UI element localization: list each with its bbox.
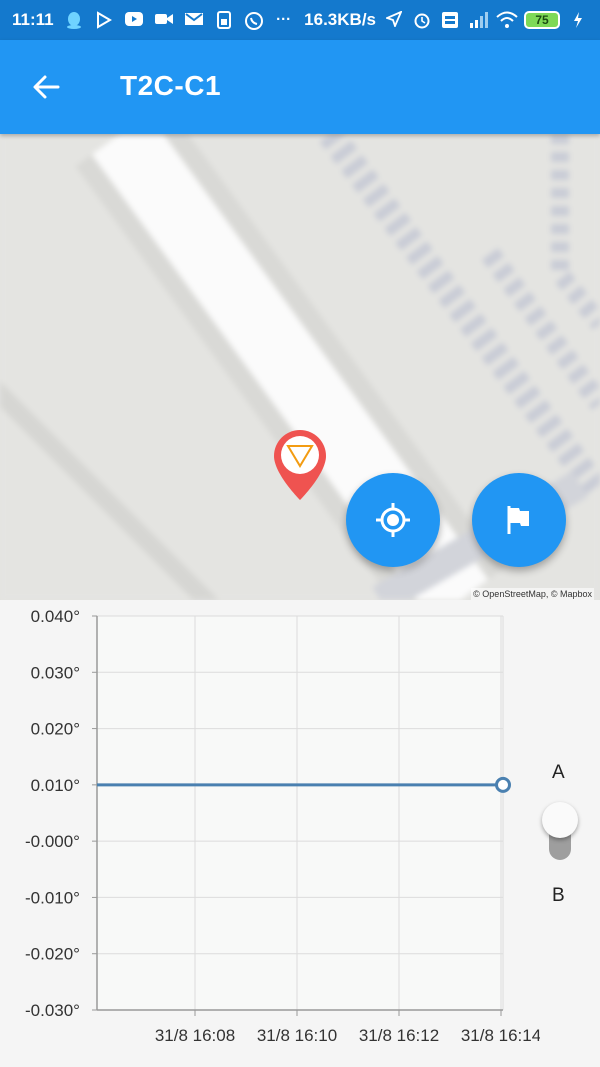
y-tick-label: -0.030° xyxy=(25,1001,80,1020)
battery-icon: 75 xyxy=(524,11,560,29)
page-title: T2C-C1 xyxy=(120,70,222,101)
y-tick-label: 0.010° xyxy=(31,776,80,795)
y-tick-label: -0.010° xyxy=(25,888,80,907)
flag-button[interactable] xyxy=(472,473,566,567)
x-tick-label: 31/8 16:14 xyxy=(461,1026,540,1045)
chart-area: 0.040° 0.030° 0.020° 0.010° -0.000° -0.010° -0… xyxy=(0,600,600,1067)
map-attribution[interactable]: © OpenStreetMap, © Mapbox xyxy=(471,588,594,600)
more-icon: ··· xyxy=(276,11,292,28)
flag-icon xyxy=(507,506,529,534)
x-tick-label: 31/8 16:12 xyxy=(359,1026,439,1045)
x-tick-label: 31/8 16:08 xyxy=(155,1026,235,1045)
locate-button[interactable] xyxy=(346,473,440,567)
switch-thumb[interactable] xyxy=(542,802,578,838)
tilt-line-chart: 0.040° 0.030° 0.020° 0.010° -0.000° -0.010° -0… xyxy=(25,607,540,1045)
y-tick-label: 0.040° xyxy=(31,607,80,626)
video-camera-icon xyxy=(154,11,174,29)
ab-switch[interactable] xyxy=(542,802,578,862)
toggle-label-b: B xyxy=(552,885,565,906)
alarm-icon xyxy=(412,11,432,29)
map-view[interactable]: © OpenStreetMap, © Mapbox xyxy=(0,134,600,600)
youtube-icon xyxy=(124,11,144,29)
play-store-icon xyxy=(94,11,114,29)
sim-icon xyxy=(214,11,234,29)
location-arrow-icon xyxy=(384,10,404,29)
plot-background xyxy=(97,616,503,1010)
app-bar: T2C-C1 xyxy=(0,40,600,134)
map-pin-icon[interactable] xyxy=(271,424,329,502)
y-tick-label: -0.020° xyxy=(25,945,80,964)
y-tick-label: 0.030° xyxy=(31,663,80,682)
gps-target-icon xyxy=(376,503,410,537)
qq-icon xyxy=(64,11,84,29)
toggle-label-a: A xyxy=(552,762,565,783)
signal-icon xyxy=(468,11,488,29)
network-speed: 16.3KB/s xyxy=(304,10,376,29)
x-tick-label: 31/8 16:10 xyxy=(257,1026,337,1045)
charging-icon xyxy=(568,11,588,29)
y-tick-label: 0.020° xyxy=(31,720,80,739)
volte-icon xyxy=(440,11,460,29)
status-bar: 11:11 ··· 16.3KB/s 75 xyxy=(0,0,600,40)
gmail-icon xyxy=(184,11,204,29)
back-button[interactable] xyxy=(22,63,70,111)
whatsapp-icon xyxy=(244,11,264,30)
y-axis: 0.040° 0.030° 0.020° 0.010° -0.000° -0.010° -0… xyxy=(25,607,98,1020)
wifi-icon xyxy=(496,11,518,29)
series-point[interactable] xyxy=(495,776,511,793)
y-tick-label: -0.000° xyxy=(25,832,80,851)
arrow-back-icon xyxy=(33,75,60,99)
status-time: 11:11 xyxy=(12,10,54,29)
x-axis: 31/8 16:08 31/8 16:10 31/8 16:12 31/8 16:14 xyxy=(97,1009,540,1045)
